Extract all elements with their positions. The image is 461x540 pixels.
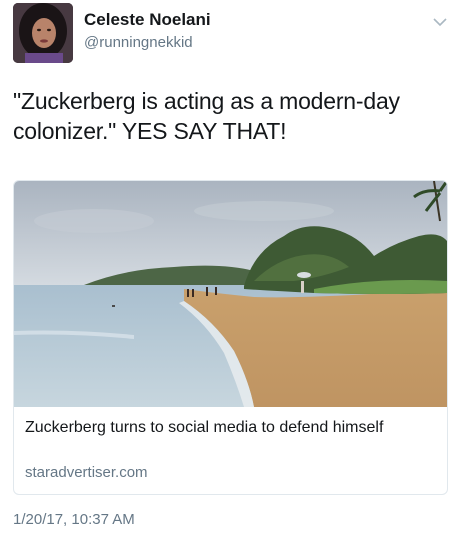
tweet: Celeste Noelani @runningnekkid "Zuckerbe… [0,0,461,540]
user-handle[interactable]: @runningnekkid [84,34,193,51]
tweet-timestamp[interactable]: 1/20/17, 10:37 AM [13,511,135,528]
beach-photo-icon [14,181,447,407]
card-title[interactable]: Zuckerberg turns to social media to defe… [25,417,425,438]
avatar-photo-icon [13,3,73,63]
display-name[interactable]: Celeste Noelani [84,10,211,30]
link-card[interactable]: Zuckerberg turns to social media to defe… [13,180,448,495]
chevron-down-icon[interactable] [433,14,447,27]
avatar[interactable] [13,3,73,63]
tweet-text: "Zuckerberg is acting as a modern-day co… [13,88,400,144]
card-domain[interactable]: staradvertiser.com [25,464,148,481]
